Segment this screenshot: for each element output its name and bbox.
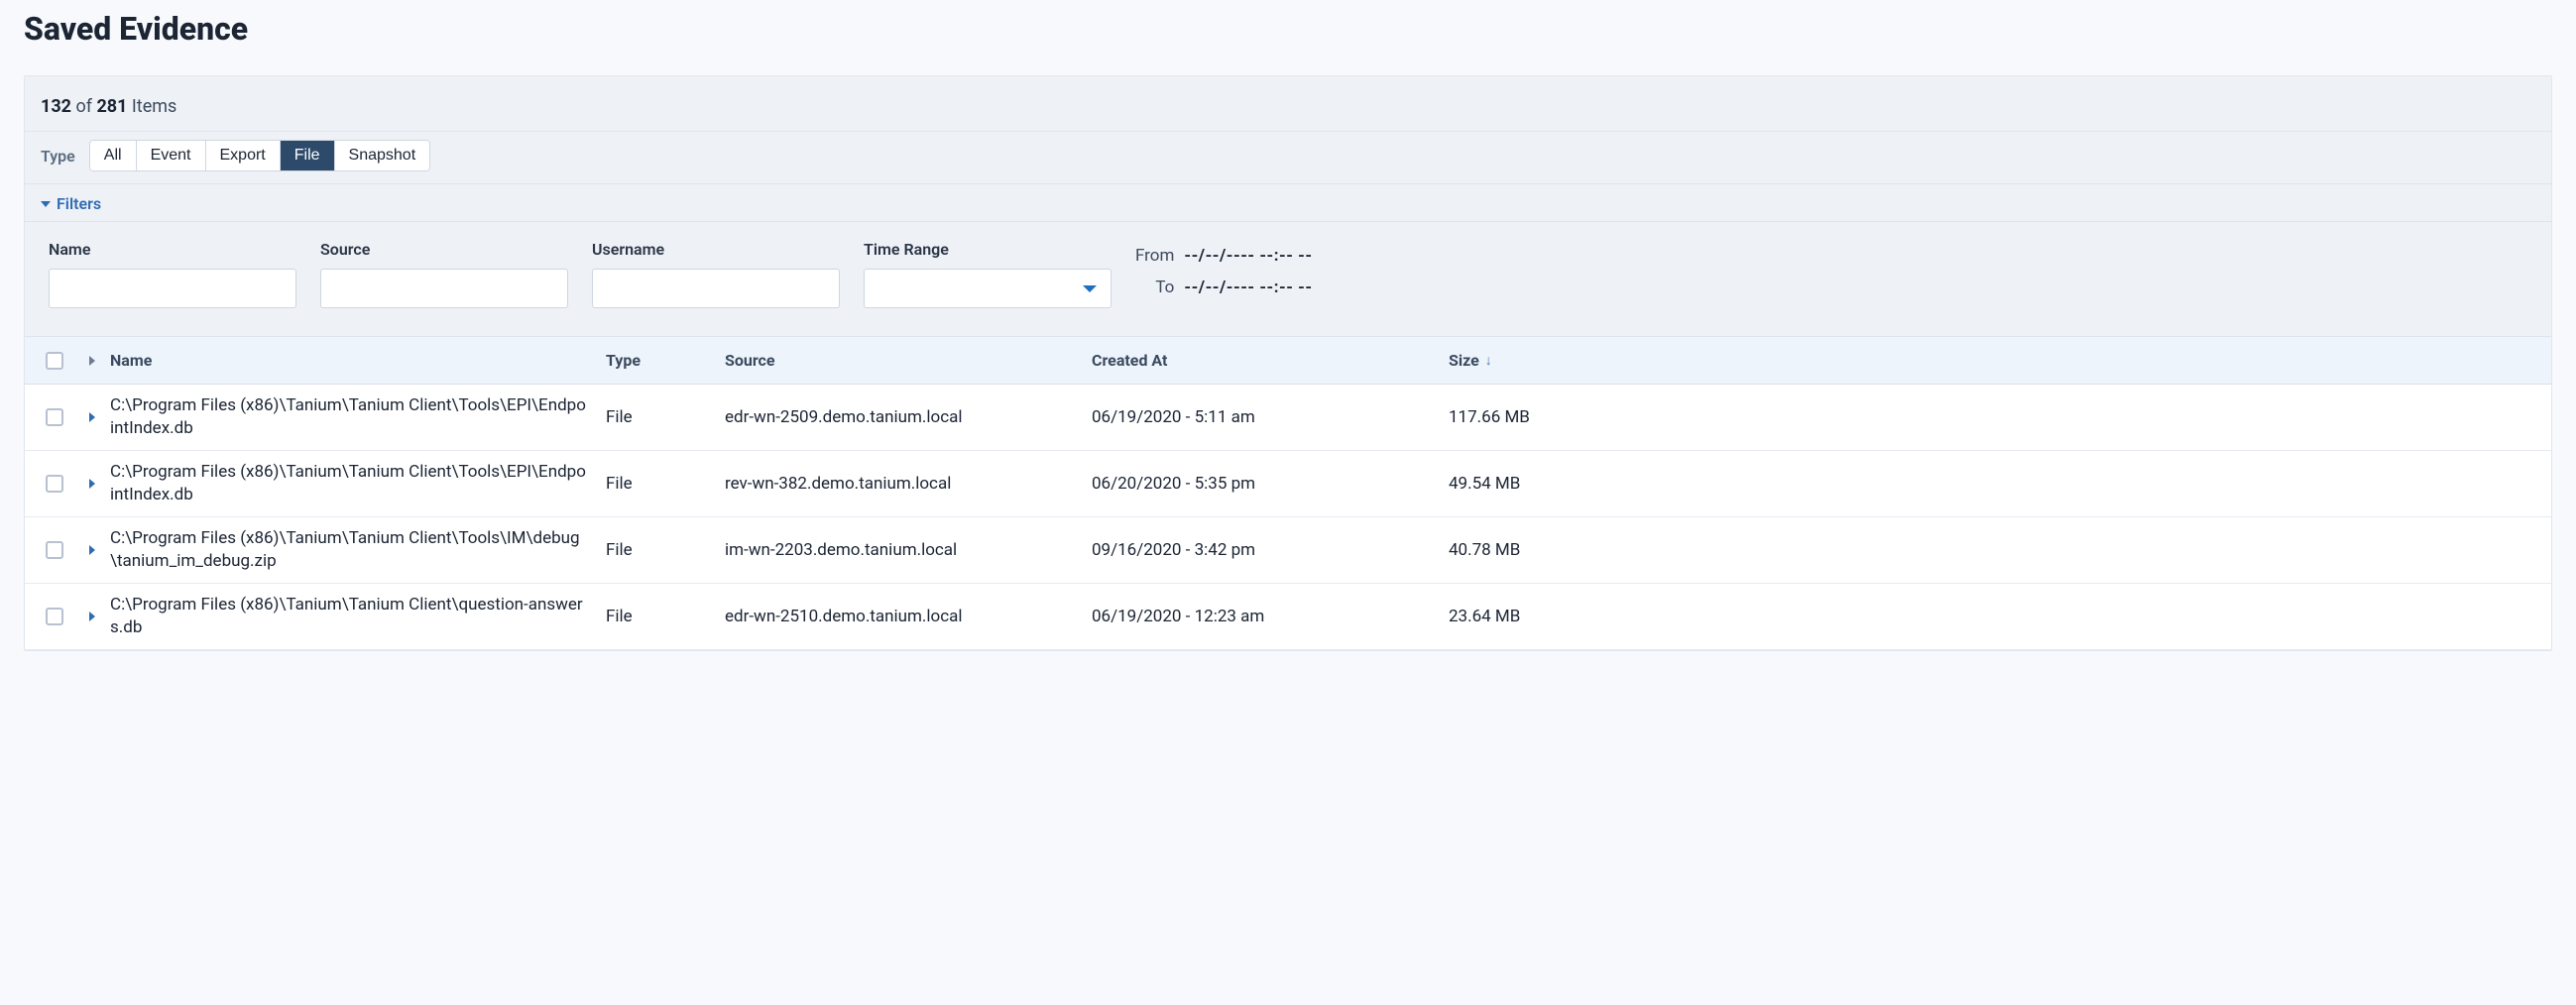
cell-size: 117.66 MB — [1449, 407, 1558, 427]
col-type[interactable]: Type — [606, 351, 725, 370]
select-all-checkbox[interactable] — [46, 352, 63, 370]
table-row: C:\Program Files (x86)\Tanium\Tanium Cli… — [25, 385, 2551, 451]
type-segmented: AllEventExportFileSnapshot — [89, 140, 430, 171]
cell-size: 40.78 MB — [1449, 540, 1558, 560]
expand-row-icon[interactable] — [89, 412, 95, 422]
count-of: of — [75, 96, 92, 117]
cell-name: C:\Program Files (x86)\Tanium\Tanium Cli… — [110, 394, 606, 440]
col-name[interactable]: Name — [110, 351, 606, 370]
evidence-panel: 132 of 281 Items Type AllEventExportFile… — [24, 75, 2552, 651]
cell-created: 06/19/2020 - 12:23 am — [1092, 607, 1449, 626]
row-checkbox[interactable] — [46, 608, 63, 625]
filter-source-input[interactable] — [320, 269, 568, 308]
cell-type: File — [606, 407, 725, 427]
filter-username-input[interactable] — [592, 269, 840, 308]
filter-timerange-select[interactable] — [864, 269, 1112, 308]
filter-fromto: From --/--/---- --:-- -- To --/--/---- -… — [1135, 240, 1313, 297]
cell-source: rev-wn-382.demo.tanium.local — [725, 474, 1092, 494]
expand-row-icon[interactable] — [89, 545, 95, 555]
cell-type: File — [606, 540, 725, 560]
filter-timerange-label: Time Range — [864, 240, 1112, 259]
count-shown: 132 — [41, 96, 71, 117]
filter-name-col: Name — [49, 240, 296, 308]
cell-name: C:\Program Files (x86)\Tanium\Tanium Cli… — [110, 461, 606, 506]
type-filter-row: Type AllEventExportFileSnapshot — [25, 132, 2551, 184]
cell-source: edr-wn-2510.demo.tanium.local — [725, 607, 1092, 626]
count-total: 281 — [96, 96, 127, 117]
sort-desc-icon: ↓ — [1485, 352, 1492, 369]
type-option-export[interactable]: Export — [206, 141, 281, 170]
type-option-event[interactable]: Event — [137, 141, 206, 170]
filter-username-col: Username — [592, 240, 840, 308]
filter-name-input[interactable] — [49, 269, 296, 308]
filter-source-label: Source — [320, 240, 568, 259]
table-row: C:\Program Files (x86)\Tanium\Tanium Cli… — [25, 451, 2551, 517]
caret-down-icon — [41, 201, 51, 207]
to-value[interactable]: --/--/---- --:-- -- — [1184, 278, 1312, 297]
filter-name-label: Name — [49, 240, 296, 259]
col-size-label: Size — [1449, 351, 1479, 370]
expand-row-icon[interactable] — [89, 612, 95, 621]
type-filter-label: Type — [41, 147, 75, 166]
row-checkbox[interactable] — [46, 541, 63, 559]
row-checkbox[interactable] — [46, 408, 63, 426]
cell-source: edr-wn-2509.demo.tanium.local — [725, 407, 1092, 427]
filter-source-col: Source — [320, 240, 568, 308]
item-count: 132 of 281 Items — [25, 76, 2551, 132]
cell-size: 23.64 MB — [1449, 607, 1558, 626]
type-option-snapshot[interactable]: Snapshot — [335, 141, 430, 170]
cell-type: File — [606, 607, 725, 626]
to-label: To — [1135, 278, 1174, 297]
col-source[interactable]: Source — [725, 351, 1092, 370]
filters-toggle[interactable]: Filters — [25, 184, 2551, 222]
filters-label: Filters — [57, 194, 101, 213]
row-checkbox[interactable] — [46, 475, 63, 493]
cell-source: im-wn-2203.demo.tanium.local — [725, 540, 1092, 560]
cell-type: File — [606, 474, 725, 494]
type-option-all[interactable]: All — [90, 141, 137, 170]
cell-size: 49.54 MB — [1449, 474, 1558, 494]
expand-all-icon[interactable] — [89, 356, 95, 366]
from-label: From — [1135, 246, 1174, 266]
table-row: C:\Program Files (x86)\Tanium\Tanium Cli… — [25, 584, 2551, 650]
col-size[interactable]: Size ↓ — [1449, 351, 1558, 370]
cell-created: 09/16/2020 - 3:42 pm — [1092, 540, 1449, 560]
table-row: C:\Program Files (x86)\Tanium\Tanium Cli… — [25, 517, 2551, 584]
cell-created: 06/19/2020 - 5:11 am — [1092, 407, 1449, 427]
filter-timerange-col: Time Range — [864, 240, 1112, 308]
page-title: Saved Evidence — [24, 10, 2552, 48]
evidence-table: Name Type Source Created At Size ↓ C:\Pr… — [25, 337, 2551, 650]
expand-row-icon[interactable] — [89, 479, 95, 489]
type-option-file[interactable]: File — [281, 141, 335, 170]
table-header: Name Type Source Created At Size ↓ — [25, 337, 2551, 385]
col-created[interactable]: Created At — [1092, 351, 1449, 370]
cell-name: C:\Program Files (x86)\Tanium\Tanium Cli… — [110, 594, 606, 639]
count-items: Items — [132, 96, 176, 117]
chevron-down-icon — [1083, 285, 1097, 292]
filter-username-label: Username — [592, 240, 840, 259]
cell-created: 06/20/2020 - 5:35 pm — [1092, 474, 1449, 494]
from-value[interactable]: --/--/---- --:-- -- — [1184, 246, 1312, 266]
cell-name: C:\Program Files (x86)\Tanium\Tanium Cli… — [110, 527, 606, 573]
filters-body: Name Source Username Time Range From --/… — [25, 222, 2551, 337]
